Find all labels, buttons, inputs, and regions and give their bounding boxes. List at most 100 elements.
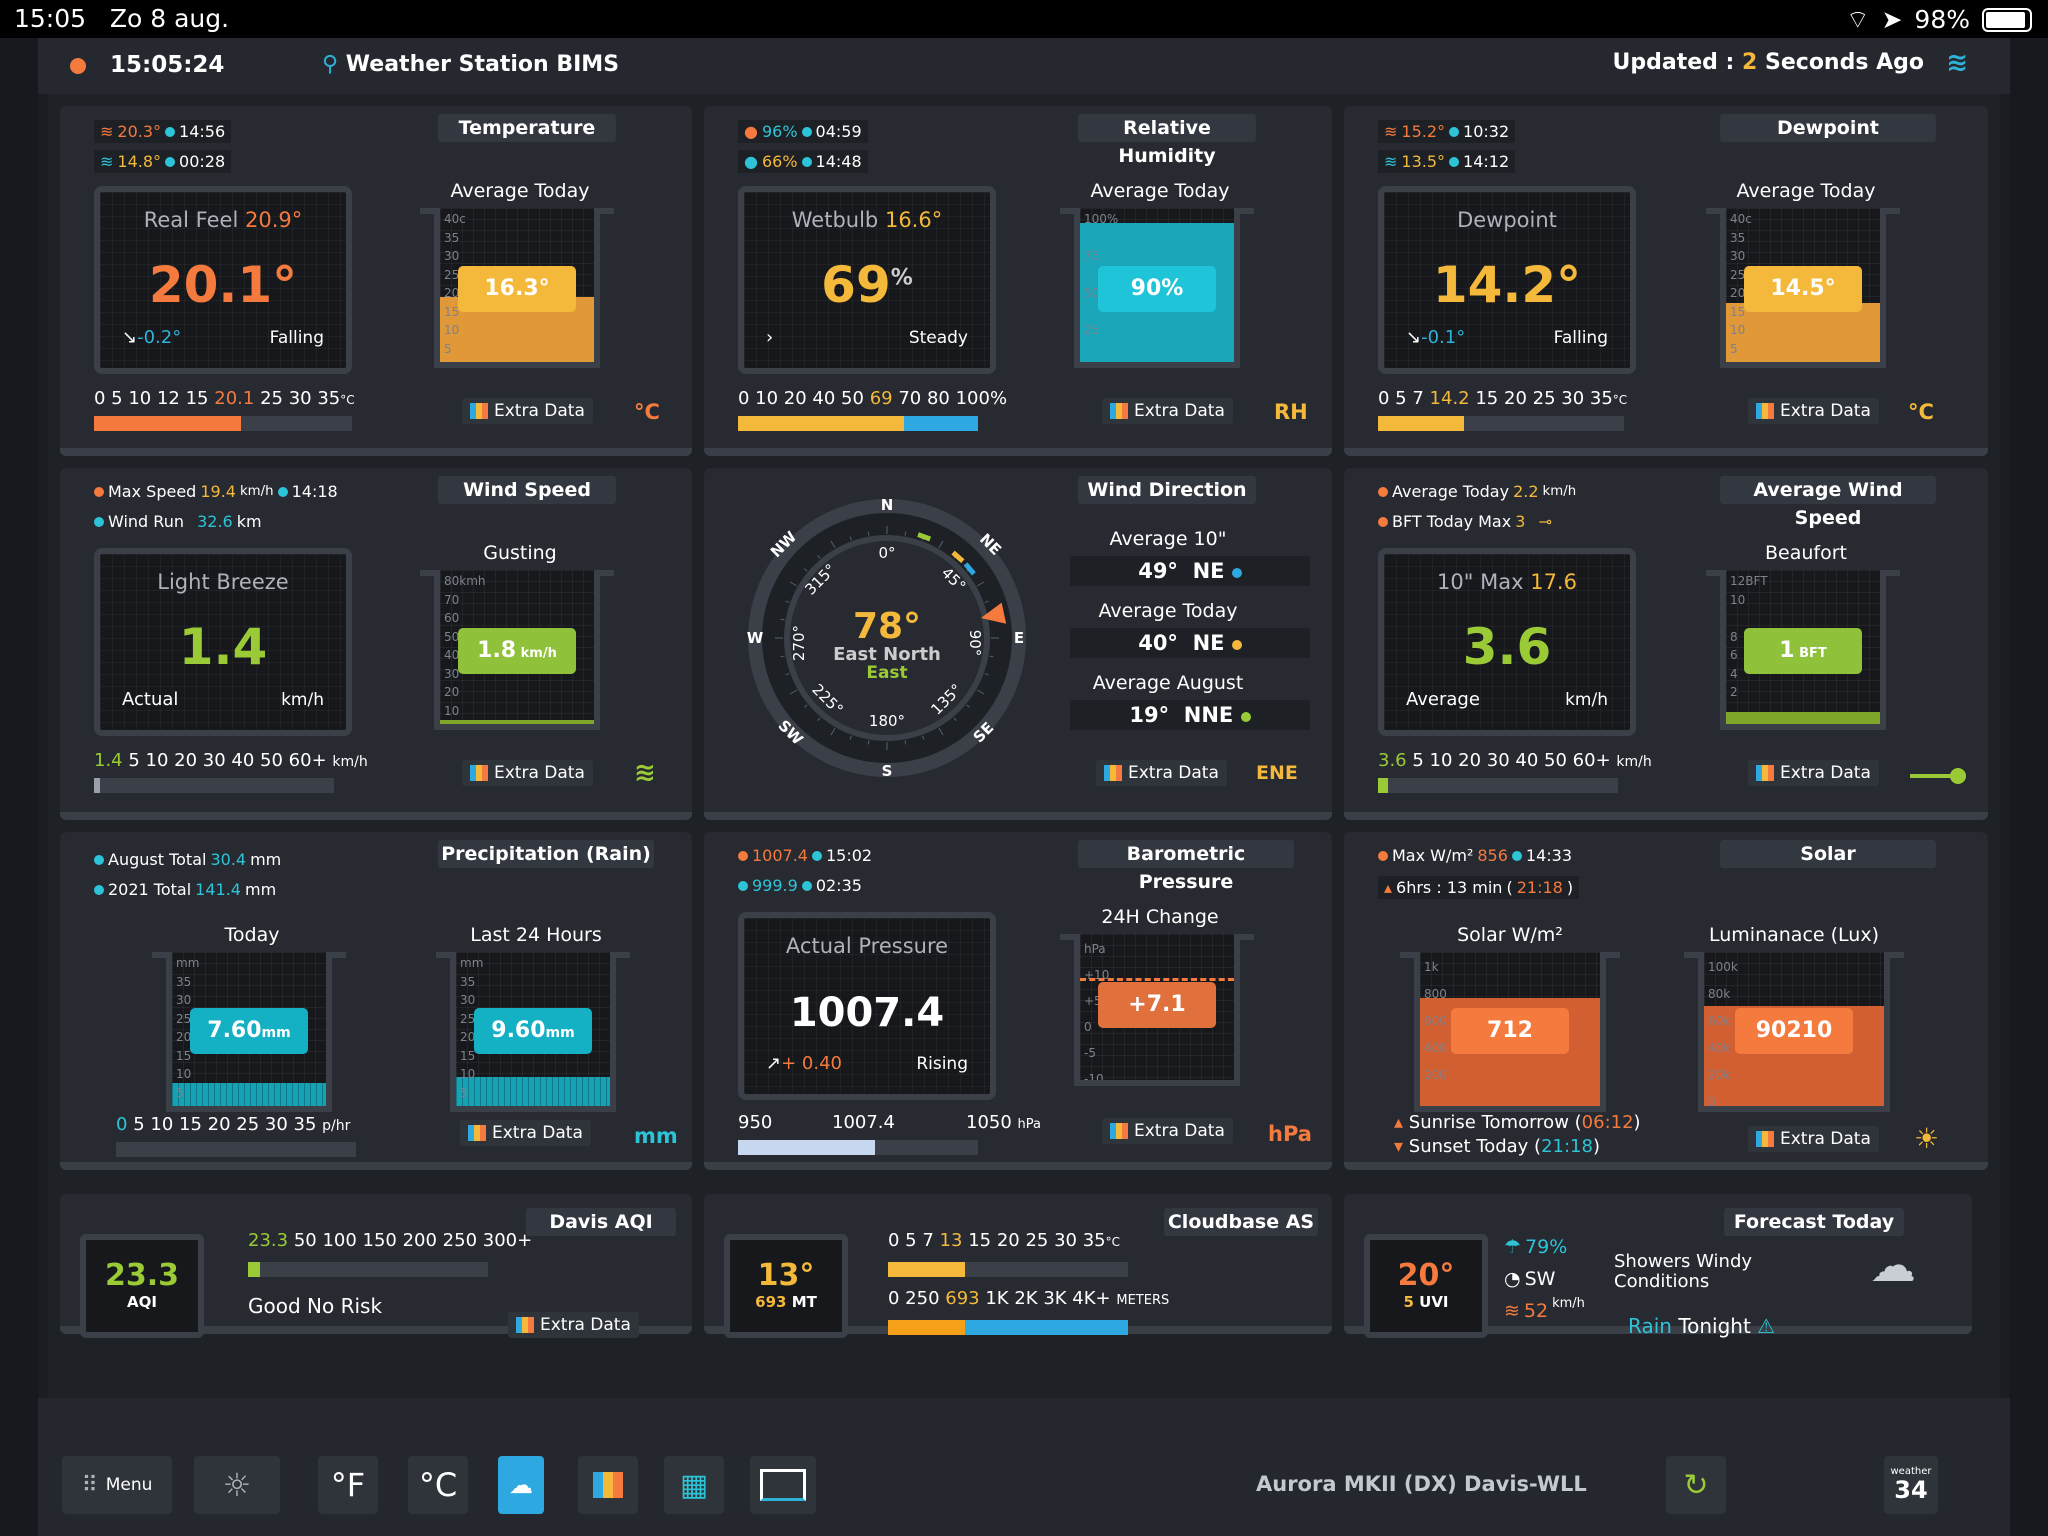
cloud-rain-icon: ☁ bbox=[1870, 1238, 1916, 1292]
unit-label[interactable]: °C bbox=[1908, 400, 1934, 424]
drop-icon: ● bbox=[744, 122, 758, 141]
extra-data-button[interactable]: Extra Data bbox=[460, 1120, 591, 1146]
extra-data-button[interactable]: Extra Data bbox=[1748, 398, 1879, 424]
compass-n: N bbox=[881, 496, 894, 514]
brightness-icon: ☼ bbox=[222, 1466, 252, 1504]
dashboard-grid: Temperature ≋ 20.3° 14:56 ≋ 14.8° 00:28 Real… bbox=[48, 94, 2000, 1434]
extra-data-button[interactable]: Extra Data bbox=[1102, 398, 1233, 424]
svg-text:270°: 270° bbox=[790, 625, 808, 661]
fahrenheit-button[interactable]: °F bbox=[318, 1456, 378, 1514]
bottom-toolbar: ⠿ Menu ☼ °F °C ☁ ▦ Aurora MKII (DX) Davis… bbox=[38, 1398, 2010, 1536]
warning-icon[interactable]: ⚠ bbox=[1757, 1314, 1775, 1338]
status-bar: 15:05 Zo 8 aug. ⌔ ➤ 98% bbox=[0, 0, 2048, 38]
wind-direction-card: Wind Direction N NE E SE S SW W NW 0° 45… bbox=[704, 468, 1332, 820]
chart-icon bbox=[516, 1317, 534, 1333]
solar-radiation-tank: 1k 800 600 400 200 712 bbox=[1400, 952, 1620, 1112]
location-icon: ➤ bbox=[1881, 5, 1903, 34]
unit-label[interactable]: ENE bbox=[1256, 762, 1298, 784]
header-clock: 15:05:24 bbox=[110, 52, 225, 78]
calendar-button[interactable]: ▦ bbox=[664, 1456, 724, 1514]
svg-text:East: East bbox=[866, 663, 907, 683]
unit-label[interactable]: hPa bbox=[1268, 1122, 1312, 1146]
sun-icon[interactable]: ☀ bbox=[1914, 1122, 1939, 1155]
chart-icon bbox=[470, 765, 488, 781]
extra-data-button[interactable]: Extra Data bbox=[1096, 760, 1227, 786]
aqi-display: 23.3 AQI bbox=[80, 1234, 204, 1338]
extra-data-button[interactable]: Extra Data bbox=[462, 398, 593, 424]
forecast-card: Forecast Today 20° 5 UVI ☂ 79% ◔ SW ≋ 52 km/… bbox=[1344, 1194, 1972, 1338]
chevron-right-icon: › bbox=[766, 327, 774, 348]
wind-speed-value: 1.4 bbox=[178, 618, 268, 676]
svg-text:East North: East North bbox=[833, 644, 941, 665]
gust-tank: 80kmh 70 60 50 40 30 20 10 1.8 km/h bbox=[420, 570, 614, 730]
svg-text:0°: 0° bbox=[878, 544, 895, 562]
unit-label[interactable]: mm bbox=[634, 1124, 678, 1148]
charts-button[interactable] bbox=[578, 1456, 638, 1514]
temp-avg-tank: 40c 35 30 25 20 15 10 5 16.3° bbox=[420, 208, 614, 368]
humidity-bar bbox=[738, 416, 978, 431]
drop-icon: ● bbox=[744, 152, 758, 171]
rain-card: Precipitation (Rain) August Total 30.4 mm … bbox=[60, 832, 692, 1170]
sunset-icon: ▾ bbox=[1394, 1136, 1404, 1157]
aqi-bar bbox=[248, 1262, 488, 1277]
cloudbase-card: Cloudbase AS 13° 693 MT 0 5 7 13 15 20 2… bbox=[704, 1194, 1332, 1338]
wind-waves-icon[interactable]: ≋ bbox=[634, 758, 656, 788]
display-button[interactable] bbox=[750, 1456, 816, 1514]
header-bar: 15:05:24 ⚲ Weather Station BIMS Updated … bbox=[38, 38, 2010, 94]
unit-label[interactable]: °C bbox=[634, 400, 660, 424]
trend-up-icon: ↗ bbox=[766, 1053, 782, 1074]
weather34-button[interactable]: weather 34 bbox=[1884, 1456, 1938, 1514]
temp-scale: 0 5 10 12 15 20.1 25 30 35°C bbox=[94, 388, 355, 409]
avg-wind-bar bbox=[1378, 778, 1618, 793]
direction-degrees: 78° bbox=[853, 606, 921, 647]
wind-direction-icon: ◔ bbox=[1504, 1268, 1521, 1290]
menu-button[interactable]: ⠿ Menu bbox=[62, 1456, 172, 1514]
humidity-card: Relative Humidity ● 96% 04:59 ● 66% 14:48 We… bbox=[704, 106, 1332, 456]
dewpoint-card: Dewpoint ≋ 15.2° 10:32 ≋ 13.5° 14:12 Dewpoin… bbox=[1344, 106, 1988, 456]
dewpoint-avg-tank: 40c 35 30 25 20 15 10 5 14.5° bbox=[1706, 208, 1900, 368]
aqi-card: Davis AQI 23.3 AQI 23.3 50 100 150 200 2… bbox=[60, 1194, 692, 1338]
avg-wind-display: 10" Max 17.6 3.6 Average km/h bbox=[1378, 548, 1636, 736]
heat-icon: ≋ bbox=[1384, 122, 1398, 141]
pressure-value: 1007.4 bbox=[789, 990, 945, 1036]
chart-icon bbox=[1110, 1123, 1128, 1139]
brightness-button[interactable]: ☼ bbox=[194, 1456, 280, 1514]
compass-s: S bbox=[882, 762, 893, 780]
extra-data-button[interactable]: Extra Data bbox=[1748, 760, 1879, 786]
wind-speed-display: Light Breeze 1.4 Actual km/h bbox=[94, 548, 352, 736]
wind-slider-icon[interactable] bbox=[1910, 768, 1966, 784]
wifi-signal-icon: ≋ bbox=[1946, 48, 1968, 78]
beaufort-tank: 12BFT 10 8642 1 BFT bbox=[1706, 570, 1900, 730]
card-title: Barometric Pressure bbox=[1078, 840, 1294, 893]
average-wind-card: Average Wind Speed Average Today 2.2 km/h … bbox=[1344, 468, 1988, 820]
trend-down-icon: ↘ bbox=[122, 327, 138, 348]
weather-app-button[interactable]: ☁ bbox=[498, 1456, 544, 1514]
rain-rate-bar bbox=[116, 1142, 356, 1157]
cloud-icon: ☁ bbox=[509, 1471, 533, 1499]
celsius-button[interactable]: °C bbox=[408, 1456, 468, 1514]
unit-label[interactable]: RH bbox=[1274, 400, 1308, 424]
humidity-avg-tank: 100% 75 50 25 90% bbox=[1060, 208, 1254, 368]
humidity-value: 69 bbox=[821, 256, 891, 314]
refresh-icon: ↻ bbox=[1683, 1467, 1709, 1503]
temp-low: ≋ 14.8° 00:28 bbox=[94, 150, 232, 173]
wind-sock-icon: ⊸ bbox=[1538, 512, 1552, 531]
temp-display: Real Feel 20.9° 20.1° ↘-0.2° Falling bbox=[94, 186, 352, 374]
pressure-change-tank: hPa +10 +5 0 -5 -10 +7.1 bbox=[1060, 934, 1254, 1086]
extra-data-button[interactable]: Extra Data bbox=[508, 1312, 639, 1338]
pressure-display: Actual Pressure 1007.4 ↗+ 0.40 Rising bbox=[738, 912, 996, 1100]
wind-speed-card: Wind Speed Max Speed 19.4 km/h 14:18 Wind R… bbox=[60, 468, 692, 820]
extra-data-button[interactable]: Extra Data bbox=[462, 760, 593, 786]
monitor-icon bbox=[760, 1469, 806, 1501]
chart-icon bbox=[1756, 765, 1774, 781]
extra-data-button[interactable]: Extra Data bbox=[1748, 1126, 1879, 1152]
dewpoint-bar bbox=[1378, 416, 1624, 431]
extra-data-button[interactable]: Extra Data bbox=[1102, 1118, 1233, 1144]
alert-dot-icon[interactable] bbox=[70, 58, 86, 74]
card-title: Precipitation (Rain) bbox=[438, 840, 654, 868]
svg-text:180°: 180° bbox=[869, 712, 905, 730]
refresh-button[interactable]: ↻ bbox=[1666, 1456, 1726, 1514]
chart-icon bbox=[1756, 1131, 1774, 1147]
card-title: Cloudbase AS bbox=[1164, 1208, 1318, 1236]
humidity-display: Wetbulb 16.6° 69% › Steady bbox=[738, 186, 996, 374]
